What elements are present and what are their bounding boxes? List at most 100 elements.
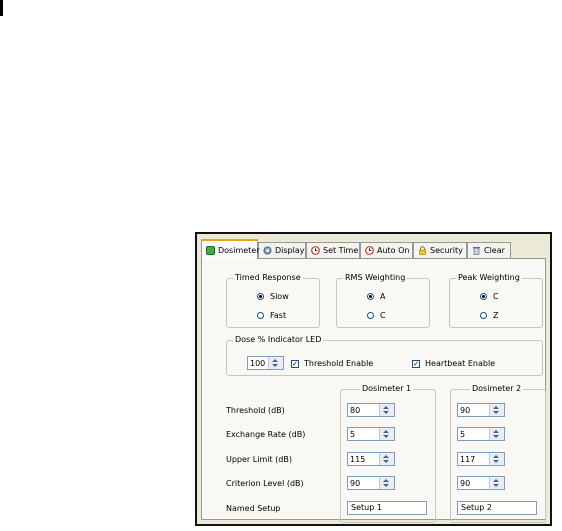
dosimeter-2-title: Dosimeter 2	[470, 384, 524, 393]
spinner-value: 115	[350, 455, 366, 464]
radio-label: Slow	[270, 292, 289, 301]
radio-label: C	[380, 311, 386, 320]
peak-weighting-group: Peak Weighting C Z	[449, 273, 543, 328]
radio-label: A	[380, 292, 386, 301]
spin-down-icon[interactable]	[383, 435, 389, 438]
spinner-value: 80	[350, 406, 361, 415]
spin-up-icon[interactable]	[383, 455, 389, 458]
spinner-arrows[interactable]	[489, 477, 504, 489]
tab-label: Clear	[484, 246, 505, 255]
spin-up-icon[interactable]	[493, 430, 499, 433]
named-setup-label: Named Setup	[226, 504, 281, 513]
spinner-arrows[interactable]	[268, 357, 283, 369]
display-gear-icon	[263, 246, 272, 255]
exchange-rate-d2-spinner[interactable]: 5	[457, 427, 505, 441]
spin-down-icon[interactable]	[493, 435, 499, 438]
tab-label: Dosimeter	[218, 245, 260, 255]
exchange-rate-d1-spinner[interactable]: 5	[347, 427, 395, 441]
radio-label: Fast	[270, 311, 287, 320]
threshold-d2-spinner[interactable]: 90	[457, 403, 505, 417]
timed-response-title: Timed Response	[233, 273, 303, 282]
spinner-arrows[interactable]	[379, 477, 394, 489]
dose-percent-spinner[interactable]: 100	[247, 356, 284, 370]
spinner-arrows[interactable]	[489, 404, 504, 416]
tab-label: Auto On	[377, 246, 410, 255]
spinner-arrows[interactable]	[379, 404, 394, 416]
radio-button[interactable]	[367, 312, 374, 319]
spinner-arrows[interactable]	[489, 428, 504, 440]
upper-limit-d2-spinner[interactable]: 117	[457, 452, 505, 466]
clock-icon	[311, 246, 320, 255]
spin-up-icon[interactable]	[383, 479, 389, 482]
tab-set-time[interactable]: Set Time	[306, 242, 360, 258]
spin-down-icon[interactable]	[272, 364, 278, 367]
tab-label: Security	[430, 246, 463, 255]
timed-response-group: Timed Response Slow Fast	[226, 273, 320, 328]
spinner-value: 90	[350, 479, 361, 488]
spin-up-icon[interactable]	[383, 430, 389, 433]
spin-down-icon[interactable]	[383, 460, 389, 463]
radio-label: C	[493, 292, 499, 301]
radio-peak-z[interactable]: Z	[480, 311, 498, 320]
dose-indicator-led-group: Dose % Indicator LED 100 ✓ Threshold Ena…	[226, 335, 543, 376]
tab-clear[interactable]: Clear	[467, 242, 511, 258]
dose-indicator-led-title: Dose % Indicator LED	[233, 335, 324, 344]
corner-marker	[0, 0, 3, 16]
radio-button[interactable]	[480, 293, 487, 300]
radio-rms-a[interactable]: A	[367, 292, 385, 301]
tab-strip: Dosimeter Display Set Time Auto On Secur…	[201, 239, 546, 259]
checkbox-box[interactable]: ✓	[291, 359, 299, 368]
tab-display[interactable]: Display	[258, 242, 306, 258]
radio-rms-c[interactable]: C	[367, 311, 386, 320]
spinner-value: 90	[460, 479, 471, 488]
tab-label: Set Time	[323, 246, 359, 255]
radio-button[interactable]	[367, 293, 374, 300]
spin-down-icon[interactable]	[493, 484, 499, 487]
radio-button[interactable]	[257, 293, 264, 300]
dosimeter-tab-content: Timed Response Slow Fast RMS Weighting A…	[201, 258, 546, 523]
threshold-d1-spinner[interactable]: 80	[347, 403, 395, 417]
radio-fast[interactable]: Fast	[257, 311, 286, 320]
spinner-value: 100	[250, 359, 266, 368]
spinner-arrows[interactable]	[379, 453, 394, 465]
spin-down-icon[interactable]	[383, 484, 389, 487]
spinner-value: 5	[350, 430, 356, 439]
named-setup-d2-input[interactable]: Setup 2	[457, 501, 537, 515]
dosimeter-icon	[206, 245, 215, 255]
spin-up-icon[interactable]	[383, 406, 389, 409]
upper-limit-d1-spinner[interactable]: 115	[347, 452, 395, 466]
spin-up-icon[interactable]	[493, 455, 499, 458]
radio-button[interactable]	[257, 312, 264, 319]
spin-up-icon[interactable]	[493, 406, 499, 409]
spin-down-icon[interactable]	[383, 411, 389, 414]
checkbox-label: Heartbeat Enable	[425, 359, 496, 368]
spin-up-icon[interactable]	[272, 359, 278, 362]
spinner-value: 5	[460, 430, 466, 439]
checkbox-label: Threshold Enable	[304, 359, 374, 368]
radio-button[interactable]	[480, 312, 487, 319]
tab-dosimeter[interactable]: Dosimeter	[201, 239, 260, 259]
spin-down-icon[interactable]	[493, 460, 499, 463]
tab-label: Display	[275, 246, 305, 255]
exchange-rate-label: Exchange Rate (dB)	[226, 430, 306, 439]
dosimeter-1-title: Dosimeter 1	[360, 384, 414, 393]
tab-security[interactable]: Security	[413, 242, 467, 258]
threshold-label: Threshold (dB)	[226, 406, 285, 415]
criterion-level-d1-spinner[interactable]: 90	[347, 476, 395, 490]
peak-weighting-title: Peak Weighting	[456, 273, 522, 282]
spin-down-icon[interactable]	[493, 411, 499, 414]
radio-peak-c[interactable]: C	[480, 292, 499, 301]
threshold-enable-checkbox[interactable]: ✓ Threshold Enable	[291, 359, 373, 368]
spinner-value: 90	[460, 406, 471, 415]
named-setup-d1-input[interactable]: Setup 1	[347, 501, 427, 515]
spinner-arrows[interactable]	[379, 428, 394, 440]
tab-auto-on[interactable]: Auto On	[360, 242, 413, 258]
criterion-level-d2-spinner[interactable]: 90	[457, 476, 505, 490]
checkbox-box[interactable]: ✓	[412, 359, 420, 368]
lock-icon	[418, 246, 427, 255]
rms-weighting-title: RMS Weighting	[343, 273, 408, 282]
spinner-arrows[interactable]	[489, 453, 504, 465]
spin-up-icon[interactable]	[493, 479, 499, 482]
radio-slow[interactable]: Slow	[257, 292, 289, 301]
heartbeat-enable-checkbox[interactable]: ✓ Heartbeat Enable	[412, 359, 495, 368]
